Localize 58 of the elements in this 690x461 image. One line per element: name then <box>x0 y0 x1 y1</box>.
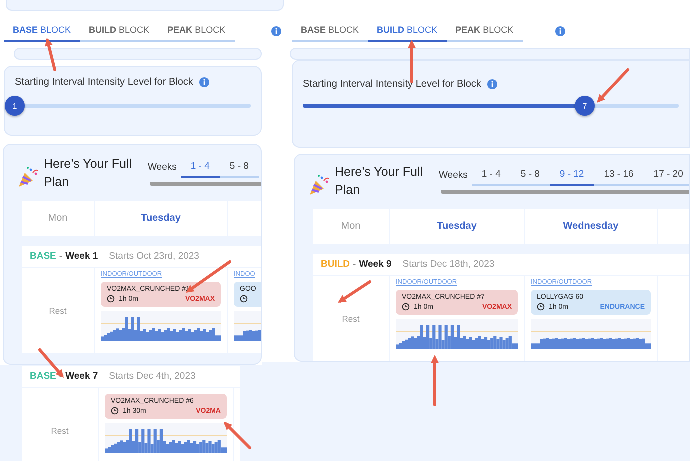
week-range-tab[interactable]: 9 - 12 <box>550 167 594 186</box>
clock-icon <box>107 295 115 303</box>
day-label: Mon <box>48 213 68 224</box>
clock-icon <box>111 407 119 415</box>
clock-icon <box>402 303 410 311</box>
start-date: Starts Oct 23rd, 2023 <box>109 251 200 262</box>
week-label: Week 1 <box>66 251 98 262</box>
slider-thumb[interactable]: 1 <box>5 96 25 116</box>
slider-thumb[interactable]: 7 <box>575 96 595 116</box>
week-range-tab[interactable]: 1 - 4 <box>472 167 511 186</box>
arrow <box>224 422 252 450</box>
phase-label: BUILD <box>321 259 350 270</box>
party-popper-icon <box>307 173 331 197</box>
rest-label: Rest <box>51 426 69 436</box>
day-label: Mon <box>341 221 361 232</box>
info-icon[interactable] <box>199 77 210 88</box>
week-label: Week 7 <box>66 371 98 382</box>
info-icon[interactable] <box>270 26 282 37</box>
block-tab[interactable]: BUILD BLOCK <box>368 21 447 42</box>
info-icon[interactable] <box>554 26 566 37</box>
week-range-tab[interactable]: 17 - 20 <box>644 167 689 186</box>
start-date: Starts Dec 18th, 2023 <box>402 259 495 270</box>
plan-title: Here’s Your Full Plan <box>335 164 424 199</box>
party-popper-icon <box>16 165 40 189</box>
scrollbar[interactable] <box>441 190 689 194</box>
block-tab[interactable]: BASE BLOCK <box>292 21 368 42</box>
slider[interactable]: 7 <box>293 96 689 116</box>
day-label: Tuesday <box>437 221 477 232</box>
day-label: Wednesday <box>563 221 619 232</box>
week-range-tab[interactable]: 1 - 4 <box>180 159 220 178</box>
slider[interactable]: 1 <box>5 96 261 116</box>
week-range-tab[interactable]: 5 - 8 <box>220 159 259 178</box>
slider-title: Starting Interval Intensity Level for Block <box>303 79 482 90</box>
week-label: Week 9 <box>359 259 392 270</box>
rest-label: Rest <box>342 314 360 324</box>
arrow <box>597 68 630 103</box>
rest-label: Rest <box>49 306 67 316</box>
block-tab[interactable]: PEAK BLOCK <box>158 21 235 42</box>
arrow <box>338 280 372 303</box>
weeks-label: Weeks <box>148 162 177 175</box>
arrow <box>431 355 439 406</box>
separator: - <box>59 251 63 262</box>
day-label: Tuesday <box>141 213 181 224</box>
clock-icon <box>537 303 545 311</box>
phase-label: BASE <box>30 251 56 262</box>
info-icon[interactable] <box>487 79 498 90</box>
phase-label: BASE <box>30 371 56 382</box>
arrow <box>45 38 56 72</box>
week-range-tab[interactable]: 5 - 8 <box>510 167 550 186</box>
separator: - <box>353 259 356 270</box>
weeks-label: Weeks <box>439 170 468 183</box>
plan-title: Here’s Your Full Plan <box>44 156 134 191</box>
start-date: Starts Dec 4th, 2023 <box>109 371 196 382</box>
slider-title: Starting Interval Intensity Level for Block <box>15 77 194 88</box>
block-tab[interactable]: PEAK BLOCK <box>446 21 523 42</box>
week-range-tab[interactable]: 13 - 16 <box>594 167 644 186</box>
clock-icon <box>240 295 248 303</box>
block-tab[interactable]: BUILD BLOCK <box>80 21 159 42</box>
